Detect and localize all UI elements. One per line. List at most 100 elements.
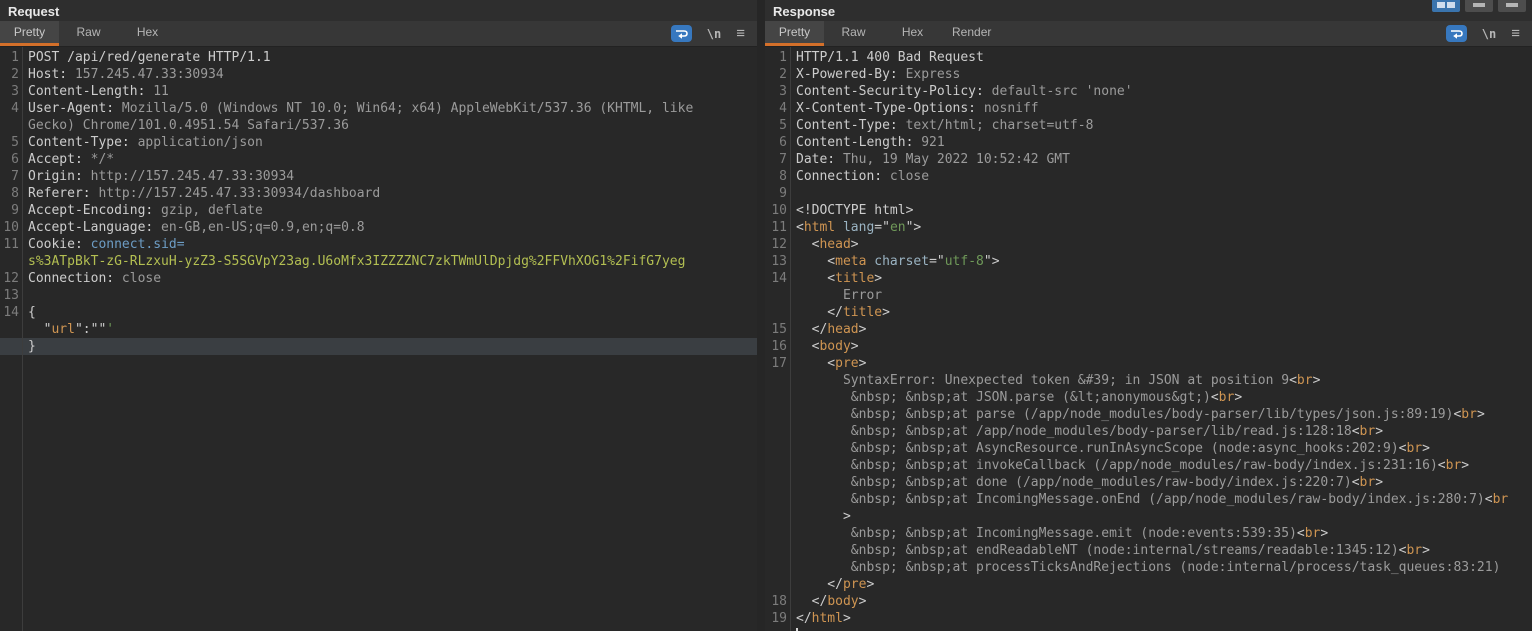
response-code-line[interactable]: Error <box>765 287 1532 304</box>
line-number: 2 <box>0 66 22 83</box>
request-code-line[interactable]: "url":""' <box>0 321 757 338</box>
response-editor[interactable]: 1HTTP/1.1 400 Bad Request2X-Powered-By: … <box>765 47 1532 631</box>
response-code-line[interactable]: &nbsp; &nbsp;at IncomingMessage.onEnd (/… <box>765 491 1532 508</box>
response-code-line[interactable]: 14 <title> <box>765 270 1532 287</box>
layout-tabs-icon[interactable] <box>1498 0 1526 12</box>
response-code-line[interactable]: &nbsp; &nbsp;at parse (/app/node_modules… <box>765 406 1532 423</box>
response-code-line[interactable]: </pre> <box>765 576 1532 593</box>
request-code-line[interactable]: 2Host: 157.245.47.33:30934 <box>0 66 757 83</box>
line-content: &nbsp; &nbsp;at endReadableNT (node:inte… <box>790 542 1430 559</box>
newline-toggle-icon[interactable]: \n <box>707 27 721 41</box>
request-editor[interactable]: 1POST /api/red/generate HTTP/1.12Host: 1… <box>0 47 757 631</box>
response-code-line[interactable]: 12 <head> <box>765 236 1532 253</box>
request-code-line[interactable]: 12Connection: close <box>0 270 757 287</box>
line-number <box>765 508 790 525</box>
response-code-line[interactable]: 19</html> <box>765 610 1532 627</box>
response-code-line[interactable]: &nbsp; &nbsp;at AsyncResource.runInAsync… <box>765 440 1532 457</box>
response-code-line[interactable]: 2X-Powered-By: Express <box>765 66 1532 83</box>
response-code-line[interactable] <box>765 627 1532 631</box>
response-code-line[interactable]: 11<html lang="en"> <box>765 219 1532 236</box>
line-number: 14 <box>0 304 22 321</box>
request-code-line[interactable]: 13 <box>0 287 757 304</box>
line-content: <body> <box>790 338 859 355</box>
response-code-line[interactable]: 13 <meta charset="utf-8"> <box>765 253 1532 270</box>
line-content: <html lang="en"> <box>790 219 921 236</box>
layout-side-by-side-icon[interactable] <box>1432 0 1460 12</box>
request-code-line[interactable]: 9Accept-Encoding: gzip, deflate <box>0 202 757 219</box>
response-code-line[interactable]: 7Date: Thu, 19 May 2022 10:52:42 GMT <box>765 151 1532 168</box>
line-content: Referer: http://157.245.47.33:30934/dash… <box>22 185 380 202</box>
response-code-line[interactable]: 1HTTP/1.1 400 Bad Request <box>765 49 1532 66</box>
request-code-line[interactable]: 1POST /api/red/generate HTTP/1.1 <box>0 49 757 66</box>
line-content: HTTP/1.1 400 Bad Request <box>790 49 984 66</box>
line-number: 13 <box>0 287 22 304</box>
line-content: } <box>22 338 36 355</box>
line-content: X-Content-Type-Options: nosniff <box>790 100 1039 117</box>
response-code-line[interactable]: &nbsp; &nbsp;at /app/node_modules/body-p… <box>765 423 1532 440</box>
tab-render[interactable]: Render <box>942 21 1001 46</box>
line-content: <title> <box>790 270 882 287</box>
response-code-line[interactable]: SyntaxError: Unexpected token &#39; in J… <box>765 372 1532 389</box>
response-code-line[interactable]: 10<!DOCTYPE html> <box>765 202 1532 219</box>
line-number <box>765 627 790 631</box>
response-code-line[interactable]: 8Connection: close <box>765 168 1532 185</box>
tab-pretty[interactable]: Pretty <box>0 21 59 46</box>
soft-wrap-icon[interactable] <box>671 25 692 42</box>
request-code-line[interactable]: 8Referer: http://157.245.47.33:30934/das… <box>0 185 757 202</box>
request-code-line[interactable]: 5Content-Type: application/json <box>0 134 757 151</box>
response-code-line[interactable]: 9 <box>765 185 1532 202</box>
request-code-line[interactable]: 6Accept: */* <box>0 151 757 168</box>
response-code-line[interactable]: &nbsp; &nbsp;at IncomingMessage.emit (no… <box>765 525 1532 542</box>
response-code-line[interactable]: 18 </body> <box>765 593 1532 610</box>
line-number: 11 <box>765 219 790 236</box>
response-code-line[interactable]: 6Content-Length: 921 <box>765 134 1532 151</box>
request-code-line[interactable]: } <box>0 338 757 355</box>
tab-raw[interactable]: Raw <box>59 21 118 46</box>
line-content: > <box>790 508 851 525</box>
line-content: X-Powered-By: Express <box>790 66 960 83</box>
newline-toggle-icon[interactable]: \n <box>1482 27 1496 41</box>
line-content: { <box>22 304 36 321</box>
line-number <box>765 491 790 508</box>
request-code-line[interactable]: 11Cookie: connect.sid= <box>0 236 757 253</box>
response-code-line[interactable]: </title> <box>765 304 1532 321</box>
response-code-line[interactable]: &nbsp; &nbsp;at done (/app/node_modules/… <box>765 474 1532 491</box>
tab-pretty[interactable]: Pretty <box>765 21 824 46</box>
response-code-line[interactable]: &nbsp; &nbsp;at invokeCallback (/app/nod… <box>765 457 1532 474</box>
response-code-line[interactable]: 16 <body> <box>765 338 1532 355</box>
response-code-line[interactable]: 5Content-Type: text/html; charset=utf-8 <box>765 117 1532 134</box>
line-content: </title> <box>790 304 890 321</box>
request-code-line[interactable]: 4User-Agent: Mozilla/5.0 (Windows NT 10.… <box>0 100 757 117</box>
tab-raw[interactable]: Raw <box>824 21 883 46</box>
request-code-line[interactable]: 10Accept-Language: en-GB,en-US;q=0.9,en;… <box>0 219 757 236</box>
line-number: 8 <box>765 168 790 185</box>
response-code-line[interactable]: 4X-Content-Type-Options: nosniff <box>765 100 1532 117</box>
line-number: 9 <box>0 202 22 219</box>
response-code-line[interactable]: &nbsp; &nbsp;at JSON.parse (&lt;anonymou… <box>765 389 1532 406</box>
line-number <box>765 542 790 559</box>
request-code-line[interactable]: s%3ATpBkT-zG-RLzxuH-yzZ3-S5SGVpY23ag.U6o… <box>0 253 757 270</box>
tab-hex[interactable]: Hex <box>118 21 177 46</box>
request-code-line[interactable]: 14{ <box>0 304 757 321</box>
request-tab-icons: \n ≡ <box>671 21 757 46</box>
response-code-line[interactable]: &nbsp; &nbsp;at endReadableNT (node:inte… <box>765 542 1532 559</box>
response-code-line[interactable]: 17 <pre> <box>765 355 1532 372</box>
response-code-line[interactable]: &nbsp; &nbsp;at processTicksAndRejection… <box>765 559 1532 576</box>
line-content <box>790 627 798 631</box>
tab-hex[interactable]: Hex <box>883 21 942 46</box>
menu-icon[interactable]: ≡ <box>736 26 745 41</box>
request-code-line[interactable]: 7Origin: http://157.245.47.33:30934 <box>0 168 757 185</box>
response-code-line[interactable]: 3Content-Security-Policy: default-src 'n… <box>765 83 1532 100</box>
line-number <box>765 287 790 304</box>
response-code-line[interactable]: 15 </head> <box>765 321 1532 338</box>
line-content: User-Agent: Mozilla/5.0 (Windows NT 10.0… <box>22 100 693 117</box>
response-code-line[interactable]: > <box>765 508 1532 525</box>
request-code-line[interactable]: Gecko) Chrome/101.0.4951.54 Safari/537.3… <box>0 117 757 134</box>
menu-icon[interactable]: ≡ <box>1511 26 1520 41</box>
request-code-line[interactable]: 3Content-Length: 11 <box>0 83 757 100</box>
layout-top-bottom-icon[interactable] <box>1465 0 1493 12</box>
line-content: Content-Length: 921 <box>790 134 945 151</box>
line-content: &nbsp; &nbsp;at invokeCallback (/app/nod… <box>790 457 1469 474</box>
line-number: 18 <box>765 593 790 610</box>
soft-wrap-icon[interactable] <box>1446 25 1467 42</box>
